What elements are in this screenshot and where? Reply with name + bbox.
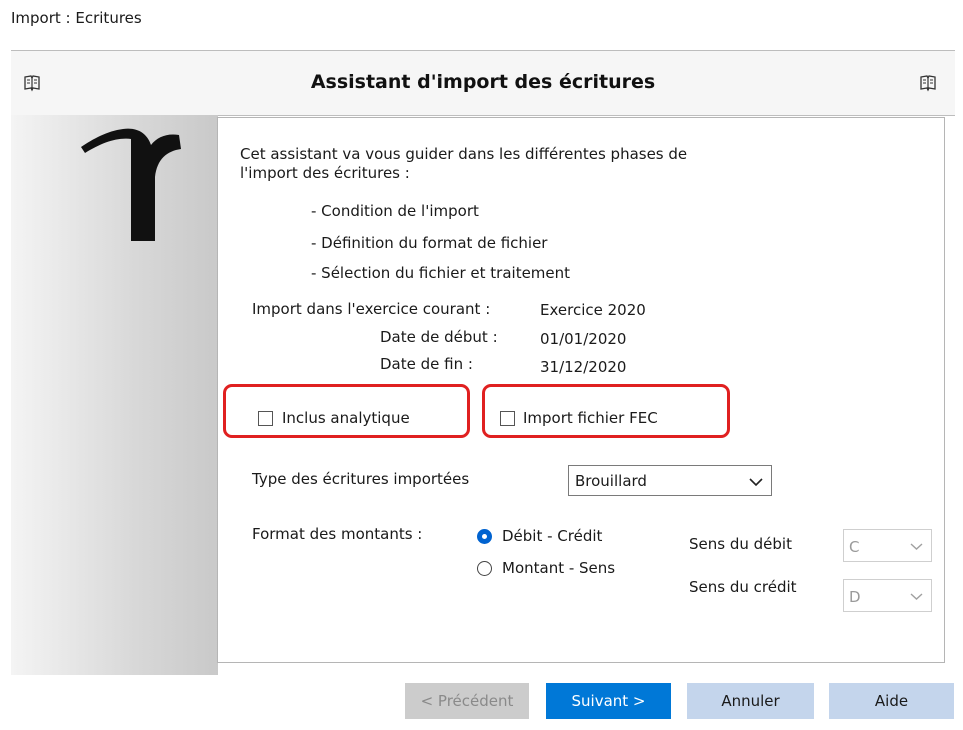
wizard-content: Cet assistant va vous guider dans les di… (217, 117, 945, 663)
wizard-header: Assistant d'import des écritures (11, 50, 955, 116)
radio-montant-sens[interactable] (477, 561, 492, 576)
help-button[interactable]: Aide (829, 683, 954, 719)
wizard-title: Assistant d'import des écritures (310, 71, 656, 93)
entry-type-value: Brouillard (575, 472, 647, 490)
phase-item: - Définition du format de fichier (311, 234, 548, 252)
debit-sense-value: C (849, 538, 860, 556)
phase-item: - Sélection du fichier et traitement (311, 264, 571, 282)
end-date-label: Date de fin : (380, 355, 473, 373)
credit-sense-select[interactable]: D (843, 579, 932, 612)
current-exercise-value: Exercice 2020 (540, 301, 646, 319)
current-exercise-label: Import dans l'exercice courant : (252, 300, 491, 318)
intro-text: Cet assistant va vous guider dans les di… (240, 145, 800, 183)
debit-sense-select[interactable]: C (843, 529, 932, 562)
end-date-value: 31/12/2020 (540, 358, 627, 376)
radio-debit-credit-label: Débit - Crédit (502, 527, 603, 545)
amount-format-label: Format des montants : (252, 525, 423, 543)
chevron-down-icon (910, 593, 923, 600)
window-title: Import : Ecritures (11, 9, 142, 27)
chevron-down-icon (749, 478, 763, 487)
entry-type-label: Type des écritures importées (252, 470, 470, 488)
fec-label: Import fichier FEC (523, 409, 658, 427)
radio-montant-sens-label: Montant - Sens (502, 559, 616, 577)
start-date-label: Date de début : (380, 328, 498, 346)
next-button[interactable]: Suivant > (546, 683, 671, 719)
wizard-side-panel (11, 115, 218, 675)
intro-line-2: l'import des écritures : (240, 164, 410, 182)
previous-button[interactable]: < Précédent (405, 683, 529, 719)
import-window: Import : Ecritures Assistant d'import de… (0, 0, 963, 730)
phase-item: - Condition de l'import (311, 202, 479, 220)
intro-line-1: Cet assistant va vous guider dans les di… (240, 145, 688, 163)
radio-debit-credit[interactable] (477, 529, 492, 544)
start-date-value: 01/01/2020 (540, 330, 627, 348)
credit-sense-label: Sens du crédit (689, 578, 797, 596)
book-icon (920, 75, 936, 92)
entry-type-select[interactable]: Brouillard (568, 465, 772, 496)
analytique-label: Inclus analytique (282, 409, 410, 427)
cancel-button[interactable]: Annuler (687, 683, 814, 719)
analytique-checkbox[interactable] (258, 411, 273, 426)
debit-sense-label: Sens du débit (689, 535, 792, 553)
chevron-down-icon (910, 543, 923, 550)
fec-checkbox[interactable] (500, 411, 515, 426)
logo-r-icon (81, 128, 181, 241)
credit-sense-value: D (849, 588, 861, 606)
